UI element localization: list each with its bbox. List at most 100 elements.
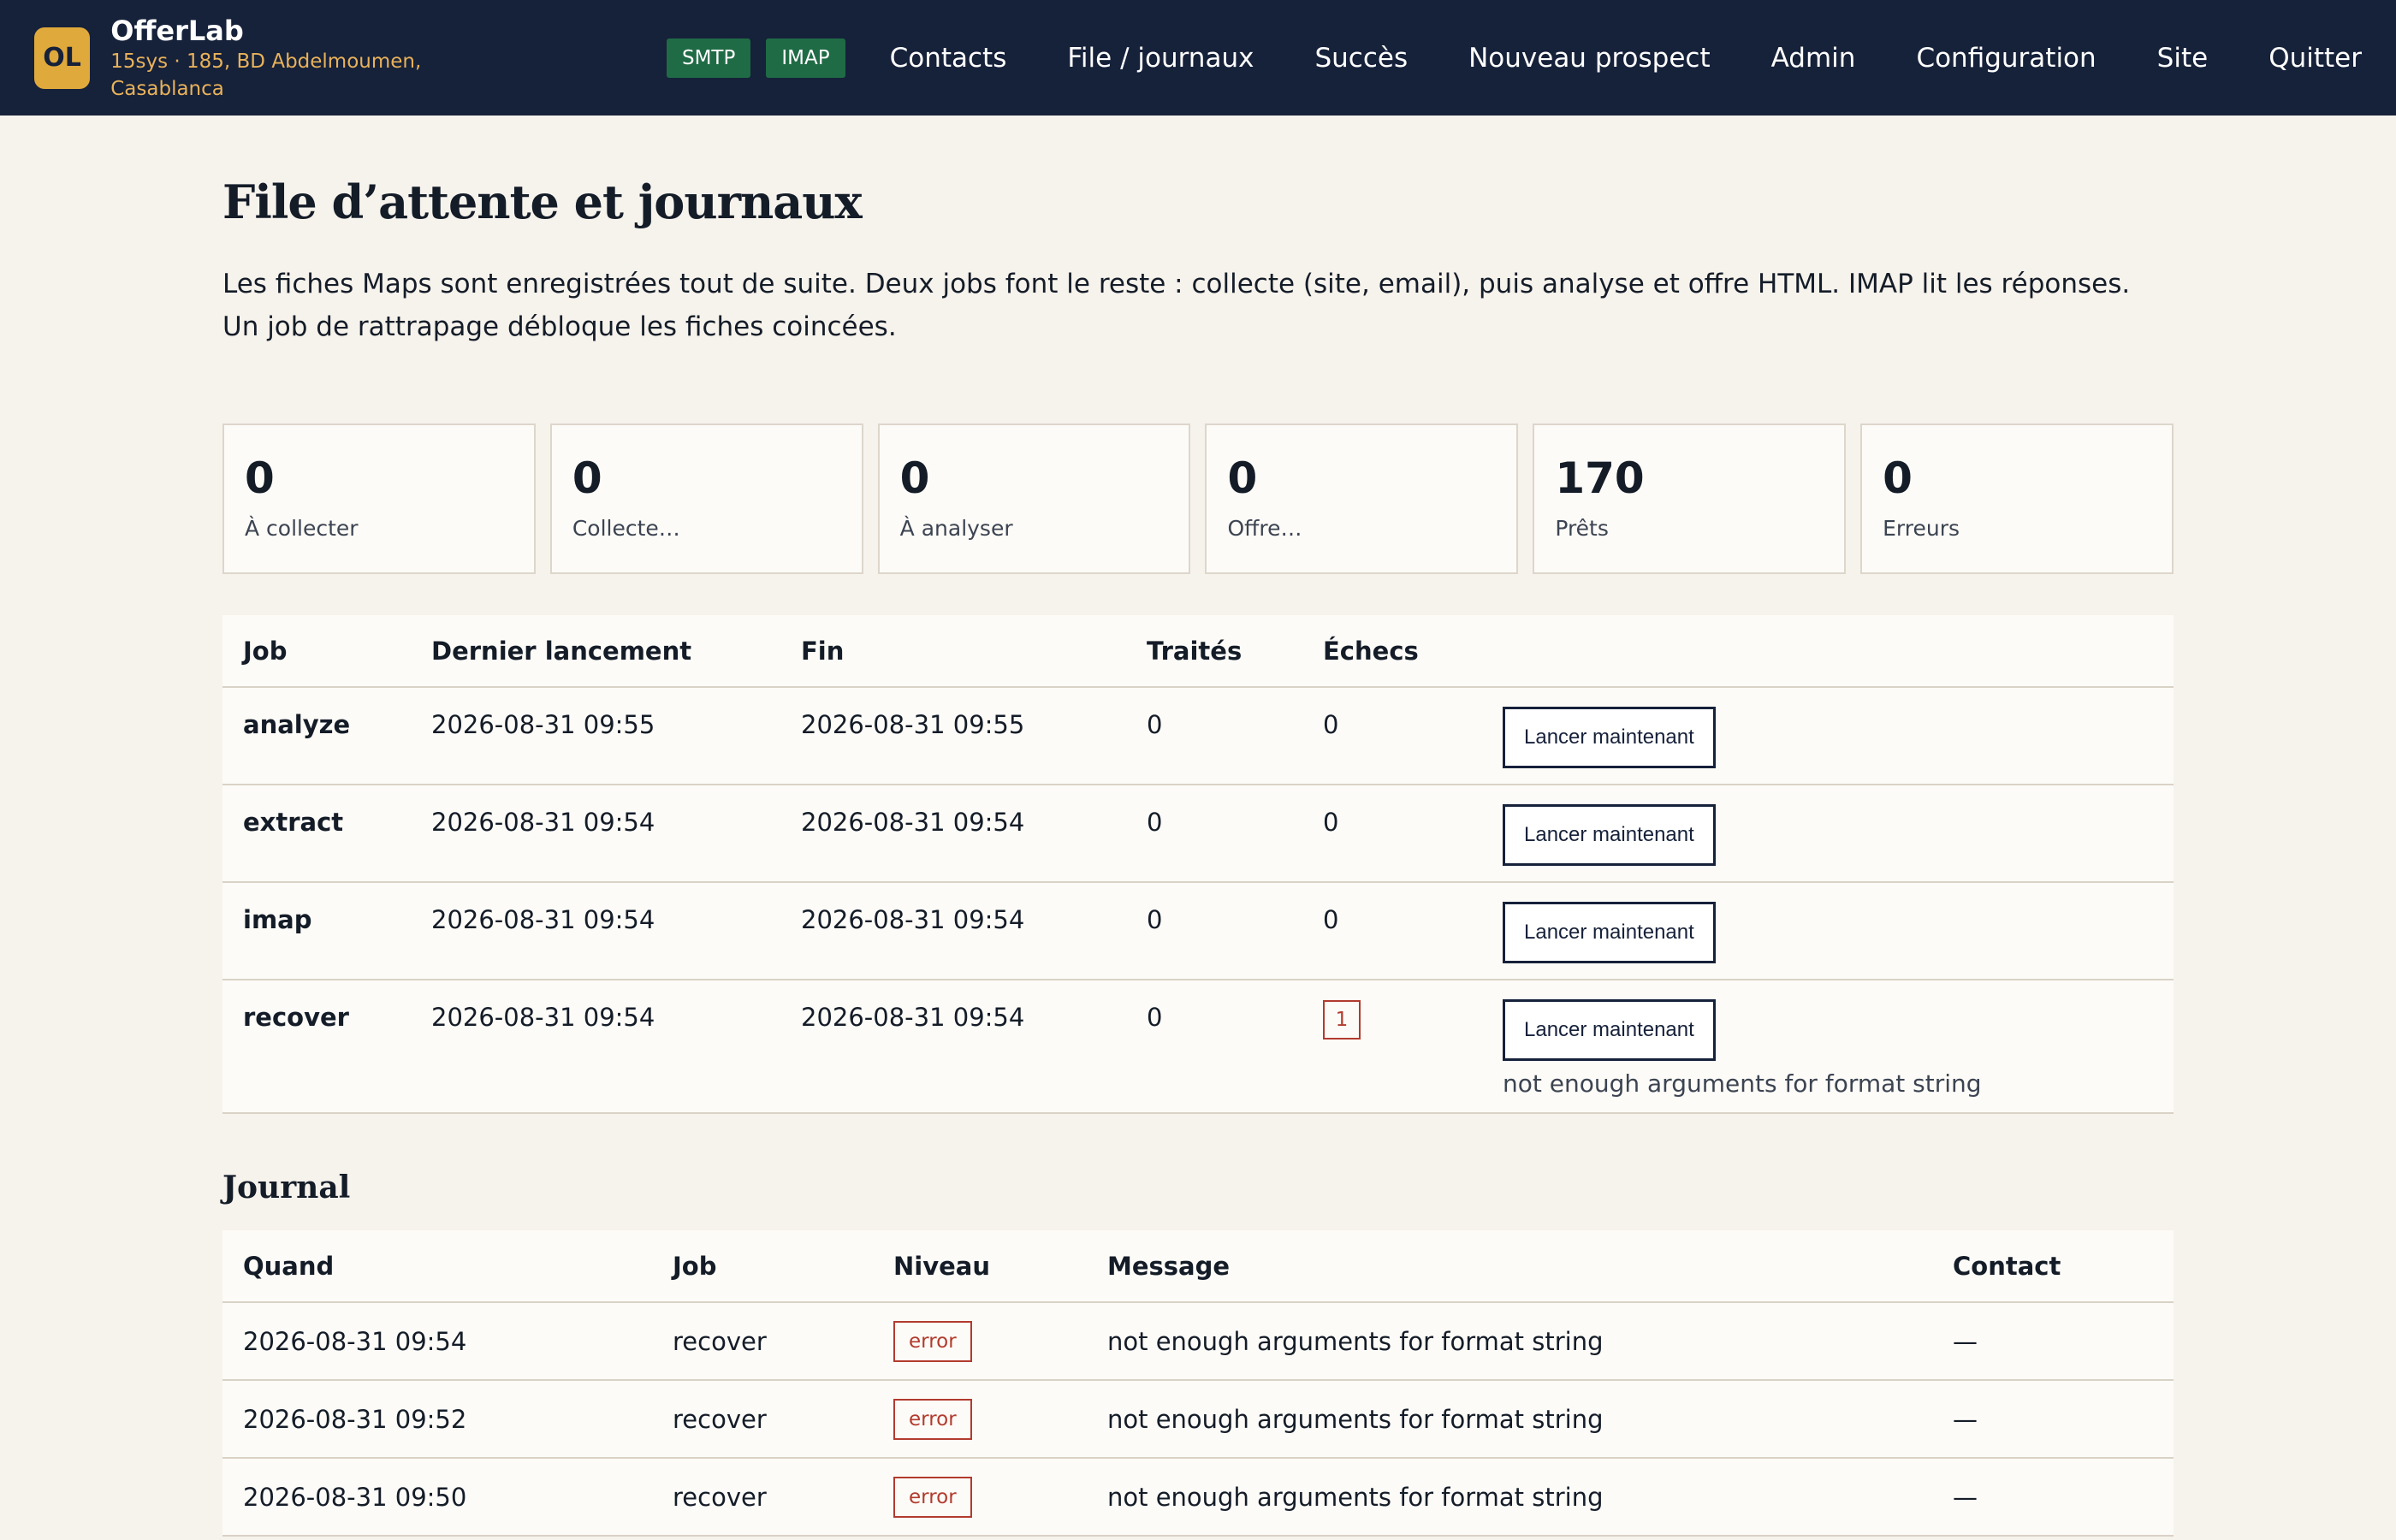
job-end: 2026-08-31 09:54 <box>780 980 1126 1114</box>
stat-label: Erreurs <box>1883 516 1960 541</box>
nav-site[interactable]: Site <box>2157 43 2209 74</box>
job-processed: 0 <box>1126 980 1302 1114</box>
job-failures: 0 <box>1302 882 1482 980</box>
stat-card-collecte: 0 Collecte… <box>549 424 863 574</box>
column-header-job: Job <box>222 615 411 688</box>
column-header-quand: Quand <box>222 1230 652 1303</box>
job-failures: 0 <box>1302 785 1482 883</box>
stat-label: À collecter <box>245 516 359 541</box>
run-now-button[interactable]: Lancer maintenant <box>1503 999 1716 1061</box>
column-header-job: Job <box>652 1230 873 1303</box>
column-header-traites: Traités <box>1126 615 1302 688</box>
log-level-cell: error <box>873 1458 1087 1537</box>
job-processed: 0 <box>1126 785 1302 883</box>
column-header-actions <box>1482 615 2174 688</box>
failure-count-badge: 1 <box>1323 1000 1361 1040</box>
log-message: not enough arguments for format string <box>1087 1458 1932 1537</box>
column-header-niveau: Niveau <box>873 1230 1087 1303</box>
job-end: 2026-08-31 09:54 <box>780 882 1126 980</box>
page-intro: Les fiches Maps sont enregistrées tout d… <box>222 269 2131 342</box>
page-title: File d’attente et journaux <box>222 175 863 229</box>
job-row-imap: imap 2026-08-31 09:54 2026-08-31 09:54 0… <box>222 882 2174 980</box>
job-name: extract <box>222 785 411 883</box>
log-job: recover <box>652 1302 873 1381</box>
nav-configuration[interactable]: Configuration <box>1916 43 2096 74</box>
job-name: recover <box>222 980 411 1114</box>
job-end: 2026-08-31 09:54 <box>780 785 1126 883</box>
journal-table: Quand Job Niveau Message Contact 2026-08… <box>222 1230 2174 1537</box>
log-level-cell: error <box>873 1302 1087 1381</box>
log-message: not enough arguments for format string <box>1087 1380 1932 1459</box>
stat-value: 0 <box>1883 453 1913 503</box>
jobs-header-row: Job Dernier lancement Fin Traités Échecs <box>222 615 2174 688</box>
column-header-contact: Contact <box>1932 1230 2174 1303</box>
nav-admin[interactable]: Admin <box>1771 43 1856 74</box>
log-level-badge: error <box>893 1476 972 1518</box>
stat-card-a-collecter: 0 À collecter <box>222 424 536 574</box>
log-contact: — <box>1932 1302 2174 1381</box>
nav-file-journaux[interactable]: File / journaux <box>1067 43 1254 74</box>
stat-label: Collecte… <box>572 516 680 541</box>
smtp-status-badge: SMTP <box>666 38 751 78</box>
job-actions: Lancer maintenant <box>1482 882 2174 980</box>
app-logo: OL <box>34 27 91 89</box>
job-row-analyze: analyze 2026-08-31 09:55 2026-08-31 09:5… <box>222 687 2174 785</box>
run-now-button[interactable]: Lancer maintenant <box>1503 707 1716 768</box>
log-level-cell: error <box>873 1380 1087 1459</box>
stat-value: 0 <box>572 453 602 503</box>
log-when: 2026-08-31 09:50 <box>222 1458 652 1537</box>
log-contact: — <box>1932 1380 2174 1459</box>
journal-panel: Quand Job Niveau Message Contact 2026-08… <box>222 1230 2174 1537</box>
log-job: recover <box>652 1380 873 1459</box>
nav-quitter[interactable]: Quitter <box>2268 43 2362 74</box>
brand[interactable]: OL OfferLab 15sys · 185, BD Abdelmoumen,… <box>34 14 501 103</box>
log-level-badge: error <box>893 1398 972 1440</box>
log-job: recover <box>652 1458 873 1537</box>
job-actions: Lancer maintenant <box>1482 687 2174 785</box>
job-row-extract: extract 2026-08-31 09:54 2026-08-31 09:5… <box>222 785 2174 883</box>
journal-header-row: Quand Job Niveau Message Contact <box>222 1230 2174 1303</box>
column-header-dernier-lancement: Dernier lancement <box>411 615 780 688</box>
log-when: 2026-08-31 09:54 <box>222 1302 652 1381</box>
stat-value: 170 <box>1555 453 1645 503</box>
job-name: analyze <box>222 687 411 785</box>
stat-card-prets: 170 Prêts <box>1533 424 1847 574</box>
job-actions: Lancer maintenant <box>1482 785 2174 883</box>
jobs-table: Job Dernier lancement Fin Traités Échecs… <box>222 615 2174 1114</box>
job-actions: Lancer maintenant not enough arguments f… <box>1482 980 2174 1114</box>
job-last-run: 2026-08-31 09:54 <box>411 785 780 883</box>
jobs-panel: Job Dernier lancement Fin Traités Échecs… <box>222 615 2174 1114</box>
run-now-button[interactable]: Lancer maintenant <box>1503 804 1716 866</box>
journal-row: 2026-08-31 09:54 recover error not enoug… <box>222 1302 2174 1381</box>
job-name: imap <box>222 882 411 980</box>
job-failures: 0 <box>1302 687 1482 785</box>
stat-card-a-analyser: 0 À analyser <box>877 424 1191 574</box>
job-error-message: not enough arguments for format string <box>1503 1069 1982 1098</box>
job-processed: 0 <box>1126 687 1302 785</box>
stat-label: À analyser <box>899 516 1013 541</box>
brand-text: OfferLab 15sys · 185, BD Abdelmoumen, Ca… <box>110 14 501 103</box>
job-row-recover: recover 2026-08-31 09:54 2026-08-31 09:5… <box>222 980 2174 1114</box>
job-last-run: 2026-08-31 09:55 <box>411 687 780 785</box>
stat-value: 0 <box>1227 453 1258 503</box>
imap-status-badge: IMAP <box>766 38 845 78</box>
stat-card-offre: 0 Offre… <box>1205 424 1519 574</box>
job-failures: 1 <box>1302 980 1482 1114</box>
log-when: 2026-08-31 09:52 <box>222 1380 652 1459</box>
journal-row: 2026-08-31 09:52 recover error not enoug… <box>222 1380 2174 1459</box>
connection-badges: SMTP IMAP <box>666 38 861 78</box>
job-last-run: 2026-08-31 09:54 <box>411 882 780 980</box>
stat-value: 0 <box>245 453 275 503</box>
queue-stats: 0 À collecter 0 Collecte… 0 À analyser 0… <box>222 424 2174 574</box>
nav-nouveau-prospect[interactable]: Nouveau prospect <box>1468 43 1711 74</box>
column-header-echecs: Échecs <box>1302 615 1482 688</box>
app-subtitle: 15sys · 185, BD Abdelmoumen, Casablanca <box>110 50 422 100</box>
job-last-run: 2026-08-31 09:54 <box>411 980 780 1114</box>
top-navigation-bar: OL OfferLab 15sys · 185, BD Abdelmoumen,… <box>0 0 2396 116</box>
stat-value: 0 <box>899 453 930 503</box>
run-now-button[interactable]: Lancer maintenant <box>1503 902 1716 963</box>
nav-succes[interactable]: Succès <box>1314 43 1408 74</box>
log-contact: — <box>1932 1458 2174 1537</box>
stat-label: Offre… <box>1227 516 1302 541</box>
nav-contacts[interactable]: Contacts <box>890 43 1007 74</box>
